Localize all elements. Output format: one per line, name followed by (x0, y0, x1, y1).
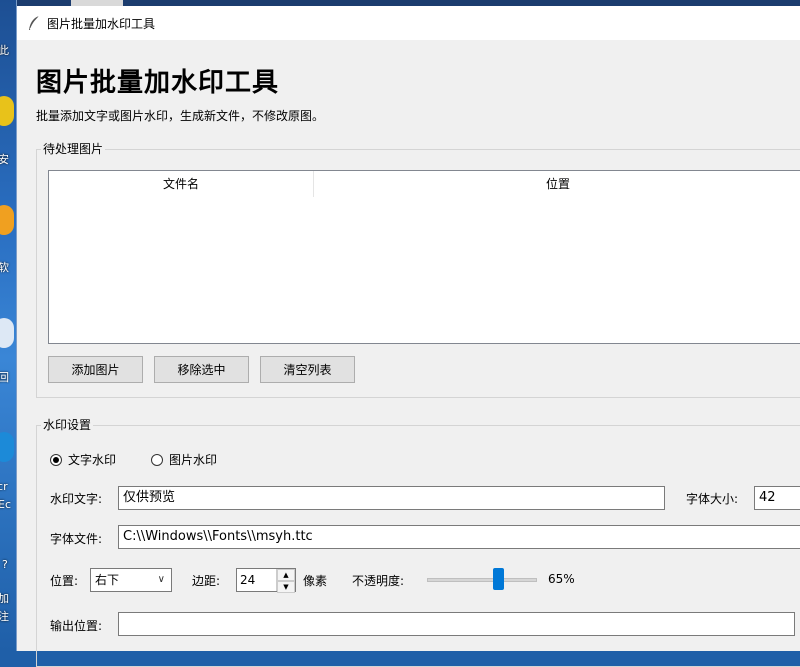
text-watermark-label: 文字水印 (68, 453, 117, 467)
desktop-label: icr (0, 480, 8, 493)
margin-stepper[interactable]: 24 ▲ ▼ (236, 568, 296, 593)
recycle-bin-icon[interactable] (0, 318, 14, 348)
desktop-strip: 此 安 软 回 icr Ec ? 加 注 (0, 0, 16, 651)
desktop-label: 加 (0, 592, 9, 605)
output-path-input[interactable] (118, 612, 795, 636)
opacity-slider-thumb[interactable] (493, 568, 504, 590)
app-window: 图片批量加水印工具 图片批量加水印工具 批量添加文字或图片水印，生成新文件，不修… (16, 0, 800, 667)
stepper-arrows: ▲ ▼ (276, 569, 295, 593)
title-bar[interactable]: 图片批量加水印工具 (17, 6, 800, 40)
desktop-label: 回 (0, 371, 9, 384)
file-list[interactable]: 文件名 位置 (48, 170, 800, 344)
desktop-label: 软 (0, 261, 9, 274)
desktop-app-icon[interactable] (0, 205, 14, 235)
font-size-label: 字体大小: (686, 492, 739, 506)
font-file-label: 字体文件: (50, 532, 103, 546)
desktop-label: 注 (0, 610, 9, 623)
clear-list-button[interactable]: 清空列表 (260, 356, 355, 383)
position-select[interactable]: 右下 ∨ (90, 568, 172, 592)
margin-unit: 像素 (303, 574, 328, 588)
add-images-button[interactable]: 添加图片 (48, 356, 143, 383)
margin-label: 边距: (192, 574, 221, 588)
watermark-settings-label: 水印设置 (41, 416, 94, 433)
margin-value: 24 (240, 573, 256, 587)
edge-icon[interactable] (0, 432, 14, 462)
image-watermark-label: 图片水印 (169, 453, 218, 467)
pending-images-label: 待处理图片 (41, 140, 106, 157)
desktop-app-icon[interactable] (0, 96, 14, 126)
column-header-location[interactable]: 位置 (314, 171, 800, 197)
desktop-label: 安 (0, 153, 9, 166)
desktop-label: Ec (0, 498, 11, 511)
position-label: 位置: (50, 574, 79, 588)
desktop-label: 此 (0, 44, 9, 57)
remove-selected-button[interactable]: 移除选中 (154, 356, 249, 383)
file-list-header: 文件名 位置 (49, 171, 800, 197)
font-size-input[interactable]: 42 (754, 486, 800, 510)
output-label: 输出位置: (50, 619, 103, 633)
opacity-slider-track[interactable] (427, 578, 537, 582)
watermark-text-input[interactable]: 仅供预览 (118, 486, 665, 510)
chevron-down-icon: ∨ (157, 574, 165, 585)
watermark-text-label: 水印文字: (50, 492, 103, 506)
page-subtitle: 批量添加文字或图片水印，生成新文件，不修改原图。 (36, 109, 325, 123)
opacity-value: 65% (548, 572, 575, 586)
opacity-label: 不透明度: (352, 574, 405, 588)
stepper-up-icon[interactable]: ▲ (277, 569, 295, 581)
position-value: 右下 (95, 573, 120, 587)
image-watermark-radio[interactable]: 图片水印 (151, 451, 217, 468)
feather-icon (29, 15, 40, 30)
column-header-filename[interactable]: 文件名 (49, 171, 314, 197)
radio-selected-indicator (50, 453, 62, 466)
radio-indicator (151, 453, 163, 466)
text-watermark-radio[interactable]: 文字水印 (50, 451, 116, 468)
stepper-down-icon[interactable]: ▼ (277, 581, 295, 593)
page-title: 图片批量加水印工具 (36, 68, 280, 98)
window-title: 图片批量加水印工具 (47, 16, 156, 31)
font-file-input[interactable]: C:\\Windows\\Fonts\\msyh.ttc (118, 525, 800, 549)
desktop-label: ? (2, 558, 8, 571)
